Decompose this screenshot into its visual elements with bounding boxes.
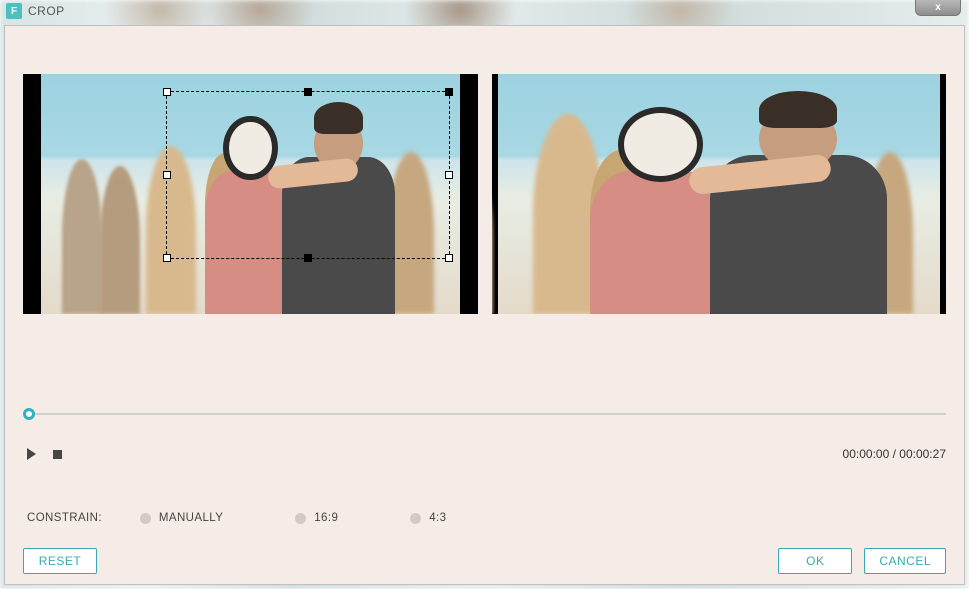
constrain-row: CONSTRAIN: MANUALLY 16:9 4:3 — [27, 506, 942, 530]
constrain-option-manually[interactable]: MANUALLY — [140, 512, 223, 524]
radio-icon — [410, 513, 421, 524]
crop-handle-bottom-right[interactable] — [445, 254, 453, 262]
stop-icon — [53, 450, 62, 459]
playback-controls: 00:00:00 / 00:00:27 — [23, 444, 946, 464]
titlebar: F CROP x — [0, 0, 969, 22]
dialog-button-row: RESET OK CANCEL — [23, 544, 946, 578]
crop-handle-middle-right[interactable] — [445, 171, 453, 179]
reset-button[interactable]: RESET — [23, 548, 97, 574]
crop-handle-bottom-middle[interactable] — [304, 254, 312, 262]
preview-row — [23, 74, 946, 314]
constrain-option-16-9[interactable]: 16:9 — [295, 512, 338, 524]
constrain-option-4-3[interactable]: 4:3 — [410, 512, 446, 524]
radio-label: MANUALLY — [159, 512, 223, 524]
cancel-button[interactable]: CANCEL — [864, 548, 946, 574]
result-video-frame — [498, 74, 941, 314]
time-display: 00:00:00 / 00:00:27 — [843, 447, 946, 461]
timeline[interactable] — [23, 407, 946, 421]
radio-label: 4:3 — [429, 512, 446, 524]
play-button[interactable] — [23, 446, 39, 462]
time-separator: / — [889, 447, 899, 461]
radio-label: 16:9 — [314, 512, 338, 524]
window-title: CROP — [28, 4, 65, 18]
crop-result-pane — [492, 74, 947, 314]
duration: 00:00:27 — [899, 447, 946, 461]
constrain-label: CONSTRAIN: — [27, 512, 102, 524]
app-icon: F — [6, 3, 22, 19]
timeline-playhead[interactable] — [23, 408, 35, 420]
crop-handle-top-right[interactable] — [445, 88, 453, 96]
stop-button[interactable] — [49, 446, 65, 462]
crop-handle-bottom-left[interactable] — [163, 254, 171, 262]
radio-icon — [295, 513, 306, 524]
radio-icon — [140, 513, 151, 524]
close-icon: x — [935, 2, 941, 13]
crop-handle-middle-left[interactable] — [163, 171, 171, 179]
crop-handle-top-middle[interactable] — [304, 88, 312, 96]
timeline-track — [23, 413, 946, 415]
ok-button[interactable]: OK — [778, 548, 852, 574]
crop-source-pane[interactable] — [23, 74, 478, 314]
current-time: 00:00:00 — [843, 447, 890, 461]
crop-dialog: 00:00:00 / 00:00:27 CONSTRAIN: MANUALLY … — [4, 25, 965, 585]
crop-rectangle[interactable] — [166, 91, 450, 259]
crop-handle-top-left[interactable] — [163, 88, 171, 96]
close-button[interactable]: x — [915, 0, 961, 16]
play-icon — [27, 448, 36, 460]
